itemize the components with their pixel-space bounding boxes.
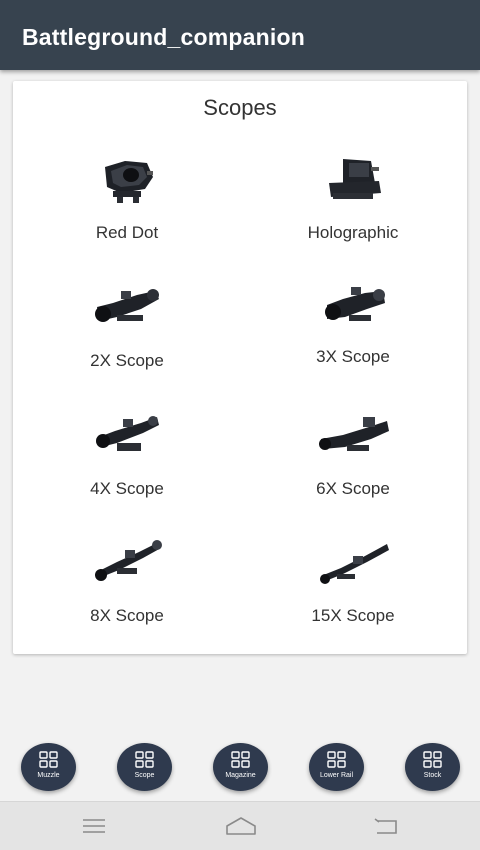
tab-label: Magazine: [225, 772, 256, 779]
scope-label: Red Dot: [95, 223, 159, 242]
scope-label: 4X Scope: [90, 479, 164, 498]
grid-icon: [327, 751, 346, 768]
grid-icon: [423, 751, 442, 768]
8x-scope-icon: [95, 540, 162, 581]
card-title: Scopes: [203, 95, 277, 120]
6x-scope-icon: [319, 417, 389, 451]
tab-label: Scope: [134, 772, 155, 779]
app-title: Battleground_companion: [22, 24, 305, 50]
tab-label: Stock: [423, 772, 442, 779]
home-icon[interactable]: [224, 814, 258, 838]
bottom-tab-bar: Muzzle Scope Magazine Lower Rail Stock: [0, 735, 480, 801]
15x-scope-icon: [320, 544, 389, 584]
app-bar: Battleground_companion: [0, 0, 480, 70]
grid-icon: [231, 751, 250, 768]
2x-scope-icon: [95, 289, 159, 322]
tab-label: Lower Rail: [319, 772, 354, 779]
tab-lower-rail[interactable]: Lower Rail: [309, 743, 364, 791]
tab-scope[interactable]: Scope: [117, 743, 172, 791]
red-dot-sight-icon: [105, 161, 153, 203]
scope-item-red-dot[interactable]: Red Dot: [27, 153, 227, 273]
scope-item-6x-scope[interactable]: 6X Scope: [253, 409, 453, 529]
tab-muzzle[interactable]: Muzzle: [21, 743, 76, 791]
scope-label: 8X Scope: [90, 606, 164, 625]
tab-stock[interactable]: Stock: [405, 743, 460, 791]
system-nav-bar: [0, 801, 480, 850]
scope-label: 15X Scope: [311, 606, 395, 625]
scopes-card: Scopes Red Dot Holographic 2X Scope 3X S…: [13, 81, 467, 654]
scope-label: 3X Scope: [316, 347, 390, 366]
holographic-sight-icon: [329, 159, 381, 199]
3x-scope-icon: [325, 287, 385, 321]
grid-icon: [135, 751, 154, 768]
scope-item-2x-scope[interactable]: 2X Scope: [27, 281, 227, 401]
tab-magazine[interactable]: Magazine: [213, 743, 268, 791]
back-icon[interactable]: [372, 814, 400, 838]
scope-item-8x-scope[interactable]: 8X Scope: [27, 536, 227, 656]
scope-item-4x-scope[interactable]: 4X Scope: [27, 409, 227, 529]
scope-item-holographic[interactable]: Holographic: [253, 153, 453, 273]
tab-label: Muzzle: [37, 772, 60, 779]
scope-item-3x-scope[interactable]: 3X Scope: [253, 281, 453, 401]
scope-label: Holographic: [307, 223, 399, 242]
menu-icon[interactable]: [80, 814, 108, 838]
scope-label: 6X Scope: [316, 479, 390, 498]
scope-item-15x-scope[interactable]: 15X Scope: [253, 536, 453, 656]
scope-label: 2X Scope: [90, 351, 164, 370]
grid-icon: [39, 751, 58, 768]
4x-scope-icon: [96, 416, 159, 451]
